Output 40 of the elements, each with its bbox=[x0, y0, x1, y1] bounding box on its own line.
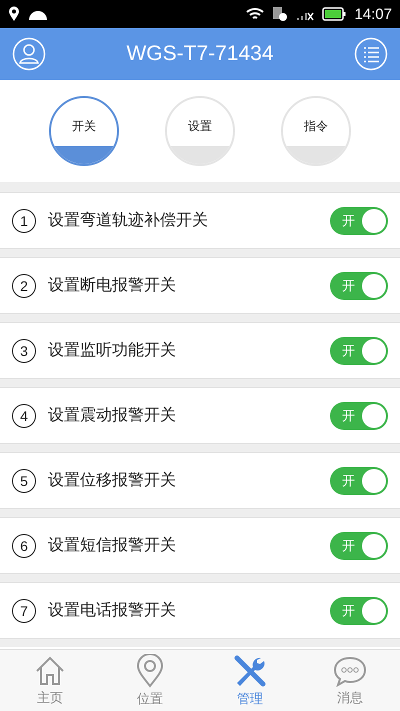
wifi-icon bbox=[246, 7, 264, 21]
number-badge: 7 bbox=[12, 598, 36, 622]
toggle-switch[interactable]: 开 bbox=[330, 336, 388, 364]
home-icon bbox=[34, 654, 66, 686]
tools-icon bbox=[233, 654, 267, 688]
nav-tab[interactable]: 位置 bbox=[100, 650, 200, 711]
sim-icon bbox=[272, 6, 288, 22]
battery-icon bbox=[322, 7, 346, 21]
toggle-switch[interactable]: 开 bbox=[330, 206, 388, 234]
setting-label: 设置弯道轨迹补偿开关 bbox=[48, 210, 209, 231]
setting-label: 设置断电报警开关 bbox=[48, 275, 177, 296]
clock-time: 14:07 bbox=[354, 6, 392, 22]
setting-label: 设置位移报警开关 bbox=[48, 470, 177, 491]
setting-label: 设置短信报警开关 bbox=[48, 535, 177, 556]
toggle-switch[interactable]: 开 bbox=[330, 402, 388, 430]
location-pin-icon bbox=[136, 654, 164, 688]
number-badge: 4 bbox=[12, 404, 36, 428]
user-avatar-icon[interactable] bbox=[12, 37, 46, 71]
number-badge: 6 bbox=[12, 534, 36, 558]
toggle-switch[interactable]: 开 bbox=[330, 596, 388, 624]
setting-label: 设置电话报警开关 bbox=[48, 600, 177, 621]
nav-tab[interactable]: 消息 bbox=[300, 650, 400, 711]
menu-icon[interactable] bbox=[354, 37, 388, 71]
number-badge: 3 bbox=[12, 338, 36, 362]
nav-tab[interactable]: 主页 bbox=[0, 650, 100, 711]
number-badge: 5 bbox=[12, 468, 36, 492]
number-badge: 2 bbox=[12, 274, 36, 298]
tab[interactable]: 指令 bbox=[281, 96, 351, 166]
device-title: WGS-T7-71434 bbox=[125, 42, 275, 66]
toggle-switch[interactable]: 开 bbox=[330, 466, 388, 494]
chat-bubble-icon bbox=[333, 654, 367, 686]
tab[interactable]: 设置 bbox=[165, 96, 235, 166]
setting-label: 设置监听功能开关 bbox=[48, 340, 177, 361]
tab[interactable]: 开关 bbox=[49, 96, 119, 166]
setting-label: 设置震动报警开关 bbox=[48, 405, 177, 426]
location-icon bbox=[8, 6, 20, 22]
toggle-switch[interactable]: 开 bbox=[330, 272, 388, 300]
nav-tab[interactable]: 管理 bbox=[200, 650, 300, 711]
toggle-switch[interactable]: 开 bbox=[330, 532, 388, 560]
number-badge: 1 bbox=[12, 208, 36, 232]
